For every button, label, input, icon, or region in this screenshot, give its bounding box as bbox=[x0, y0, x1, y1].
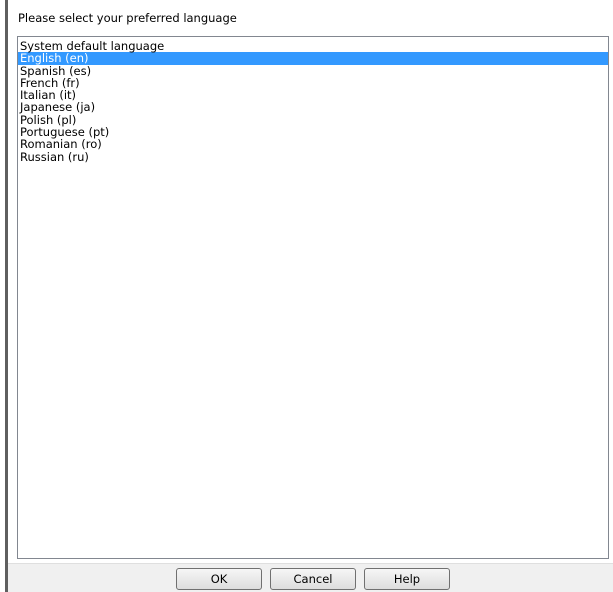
list-item-spanish[interactable]: Spanish (es) bbox=[18, 64, 608, 77]
window-left-border bbox=[5, 0, 8, 592]
list-item-system-default[interactable]: System default language bbox=[18, 40, 608, 53]
ok-button[interactable]: OK bbox=[176, 568, 262, 590]
list-item-romanian[interactable]: Romanian (ro) bbox=[18, 138, 608, 151]
list-item-italian[interactable]: Italian (it) bbox=[18, 89, 608, 102]
list-item-russian[interactable]: Russian (ru) bbox=[18, 150, 608, 163]
button-bar: OK Cancel Help bbox=[8, 563, 613, 592]
language-prompt-label: Please select your preferred language bbox=[18, 11, 237, 25]
list-item-english[interactable]: English (en) bbox=[18, 52, 608, 65]
language-listbox[interactable]: System default language English (en) Spa… bbox=[17, 36, 609, 559]
list-item-french[interactable]: French (fr) bbox=[18, 77, 608, 90]
list-item-japanese[interactable]: Japanese (ja) bbox=[18, 101, 608, 114]
list-item-portuguese[interactable]: Portuguese (pt) bbox=[18, 126, 608, 139]
help-button[interactable]: Help bbox=[364, 568, 450, 590]
language-dialog: Please select your preferred language Sy… bbox=[0, 0, 613, 592]
cancel-button[interactable]: Cancel bbox=[270, 568, 356, 590]
